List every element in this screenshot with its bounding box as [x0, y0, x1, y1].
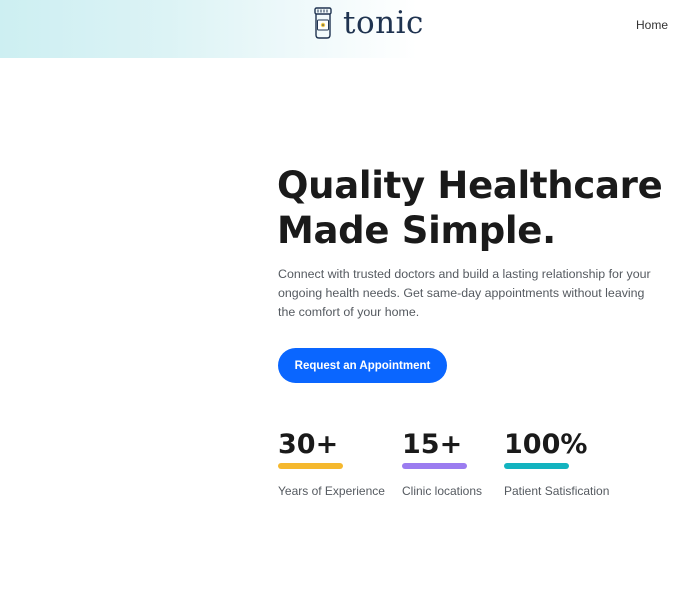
hero-title: Quality Healthcare Made Simple. — [277, 163, 667, 253]
nav-link-home[interactable]: Home — [636, 18, 668, 32]
stat-years-experience: 30+ Years of Experience — [278, 430, 385, 498]
pill-bottle-icon — [314, 7, 332, 39]
brand-logo[interactable]: tonic — [313, 7, 424, 39]
hero-description: Connect with trusted doctors and build a… — [278, 267, 651, 319]
stat-accent-bar — [504, 463, 569, 469]
brand-name: tonic — [343, 5, 424, 41]
site-header: tonic Home — [0, 0, 673, 58]
hero-title-line1: Quality Healthcare — [277, 164, 663, 207]
stat-accent-bar — [278, 463, 343, 469]
stat-value: 100% — [504, 429, 588, 460]
request-appointment-button[interactable]: Request an Appointment — [278, 348, 447, 383]
stat-label: Patient Satisfication — [504, 484, 610, 498]
hero-title-line2: Made Simple. — [277, 209, 556, 252]
page: tonic Home Quality Healthcare Made Simpl… — [0, 0, 673, 609]
stat-label: Years of Experience — [278, 484, 385, 498]
stat-accent-bar — [402, 463, 467, 469]
stat-value: 30+ — [278, 429, 339, 460]
stat-patient-satisfaction: 100% Patient Satisfication — [504, 430, 609, 498]
stat-value: 15+ — [402, 429, 463, 460]
stat-clinic-locations: 15+ Clinic locations — [402, 430, 482, 498]
stat-label: Clinic locations — [402, 484, 483, 498]
